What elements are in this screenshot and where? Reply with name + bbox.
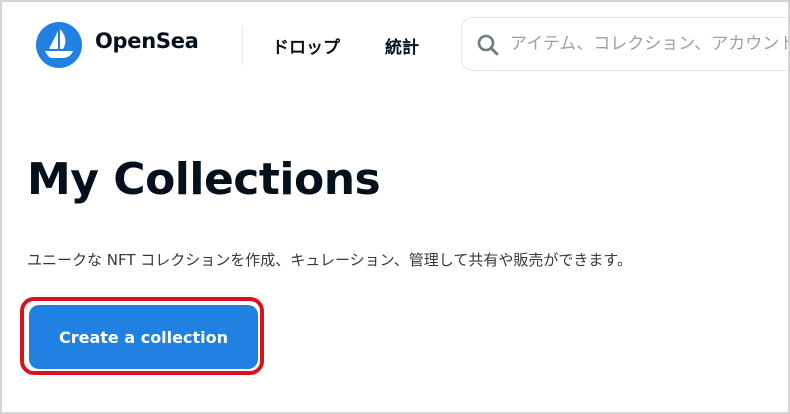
page-description: ユニークな NFT コレクションを作成、キュレーション、管理して共有や販売ができ… [27,251,632,269]
opensea-logo-icon[interactable] [36,22,82,68]
page-title: My Collections [27,154,381,205]
app-frame: OpenSea ドロップ 統計 My Collections ユニークな NFT… [0,0,790,414]
header-divider [242,26,243,66]
search-input[interactable] [510,30,788,58]
nav-item-stats[interactable]: 統計 [385,33,419,58]
nav-item-drops[interactable]: ドロップ [272,33,340,58]
search-icon [475,32,501,58]
top-nav-bar: OpenSea ドロップ 統計 [2,2,788,90]
create-collection-button[interactable]: Create a collection [29,305,258,369]
brand-name[interactable]: OpenSea [95,29,199,53]
search-box[interactable] [461,17,788,71]
